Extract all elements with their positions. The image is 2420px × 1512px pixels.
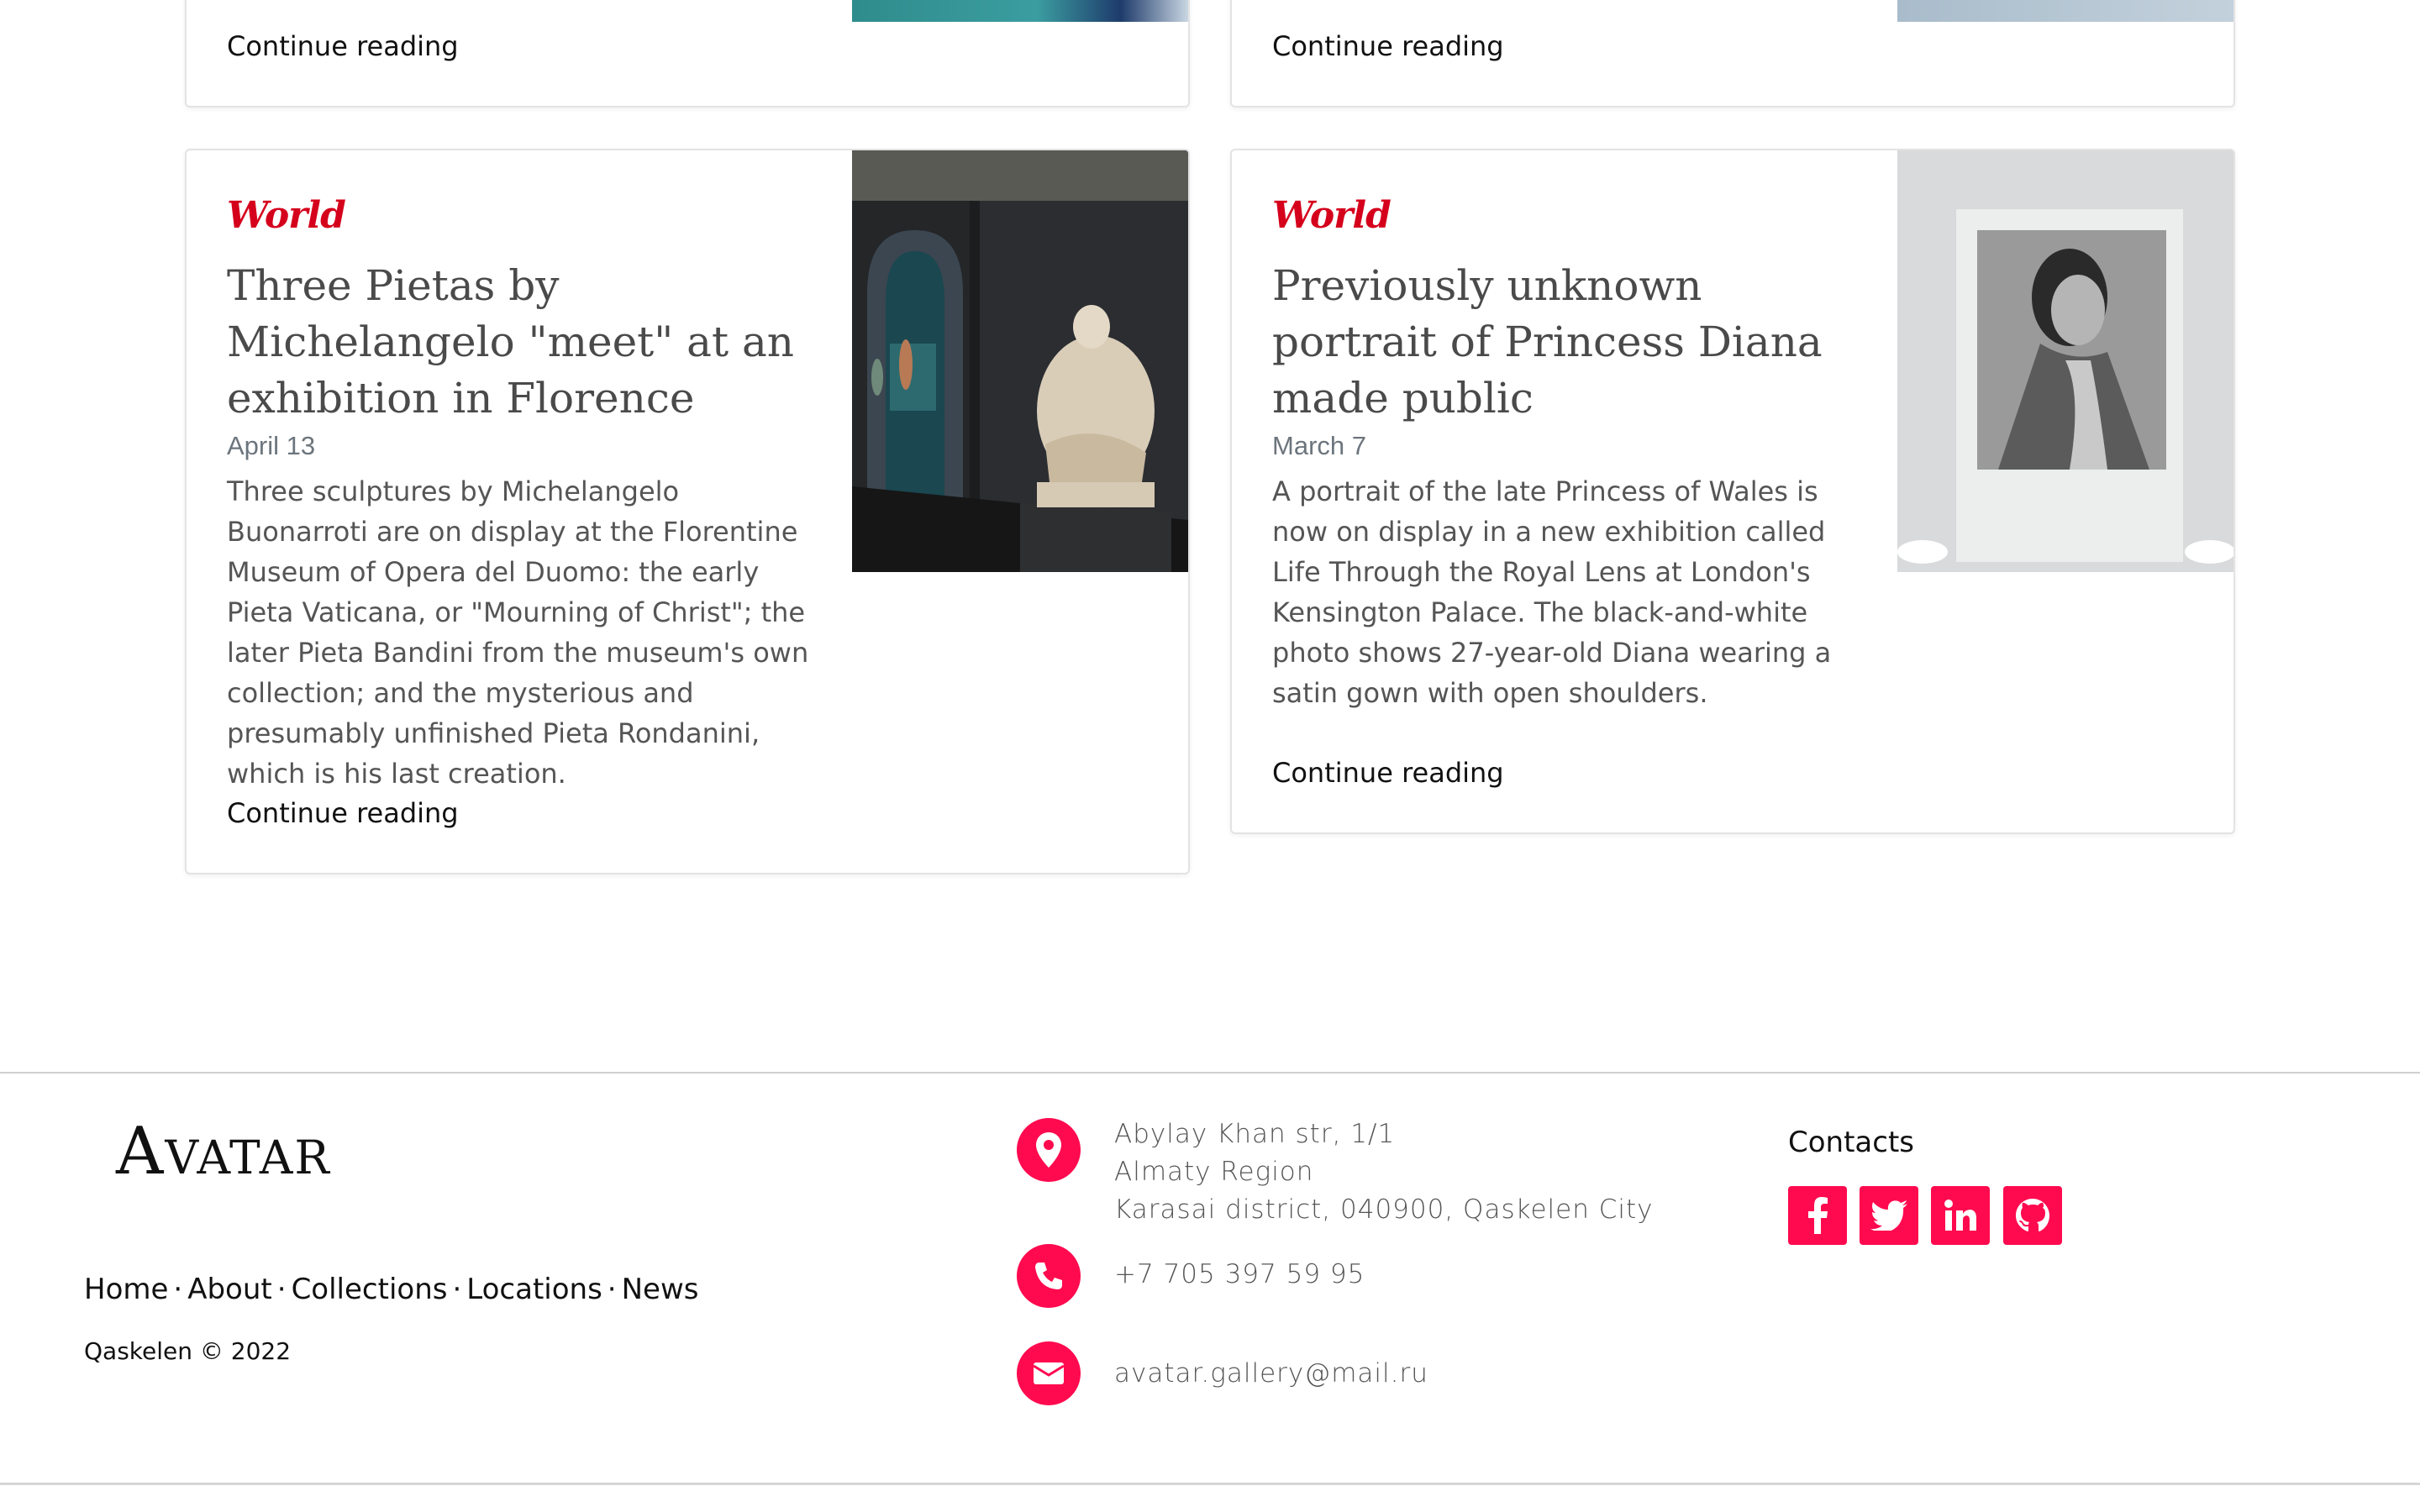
address-line: Almaty Region — [1114, 1157, 1314, 1187]
continue-reading-link[interactable]: Continue reading — [1272, 30, 1504, 62]
card-image-portrait[interactable] — [1897, 150, 2233, 572]
footer-link-news[interactable]: News — [622, 1273, 699, 1306]
news-card: World Three Pietas by Michelangelo "meet… — [185, 149, 1190, 874]
article-excerpt: Three sculptures by Michelangelo Buonarr… — [227, 475, 809, 790]
email-address[interactable]: avatar.gallery@mail.ru — [1114, 1355, 1428, 1393]
email-icon — [1017, 1341, 1081, 1405]
news-card: Continue reading — [185, 0, 1190, 108]
phone-icon — [1017, 1244, 1081, 1308]
copyright: Qaskelen © 2022 — [84, 1337, 292, 1365]
location-icon — [1017, 1118, 1081, 1182]
nav-separator: · — [607, 1273, 617, 1306]
address-line: Karasai district, 040900, Qaskelen City — [1114, 1194, 1654, 1225]
facebook-icon[interactable] — [1788, 1186, 1847, 1245]
twitter-icon[interactable] — [1860, 1186, 1918, 1245]
footer-logo[interactable]: Avatar — [116, 1114, 331, 1189]
nav-separator: · — [173, 1273, 183, 1306]
nav-separator: · — [452, 1273, 462, 1306]
category-label[interactable]: World — [227, 194, 346, 237]
address-line: Abylay Khan str, 1/1 — [1114, 1119, 1396, 1149]
card-image[interactable] — [852, 0, 1188, 22]
article-date: March 7 — [1272, 431, 1366, 460]
footer-link-collections[interactable]: Collections — [292, 1273, 448, 1306]
contacts-heading: Contacts — [1788, 1126, 1914, 1159]
news-card: Continue reading — [1230, 0, 2235, 108]
address: Abylay Khan str, 1/1 Almaty Region Karas… — [1114, 1116, 1653, 1229]
footer-link-about[interactable]: About — [187, 1273, 272, 1306]
github-icon[interactable] — [2003, 1186, 2062, 1245]
article-title[interactable]: Previously unknown portrait of Princess … — [1272, 258, 1877, 427]
footer-nav: Home · About · Collections · Locations · News — [84, 1273, 698, 1306]
linkedin-icon[interactable] — [1931, 1186, 1990, 1245]
continue-reading-link[interactable]: Continue reading — [1272, 757, 1504, 789]
article-date: April 13 — [227, 431, 316, 460]
continue-reading-link[interactable]: Continue reading — [227, 30, 459, 62]
footer-link-home[interactable]: Home — [84, 1273, 168, 1306]
continue-reading-link[interactable]: Continue reading — [227, 797, 459, 829]
nav-separator: · — [276, 1273, 287, 1306]
article-title[interactable]: Three Pietas by Michelangelo "meet" at a… — [227, 258, 807, 427]
phone-number[interactable]: +7 705 397 59 95 — [1114, 1256, 1365, 1294]
card-image[interactable] — [1897, 0, 2233, 22]
category-label[interactable]: World — [1272, 194, 1392, 237]
footer-link-locations[interactable]: Locations — [466, 1273, 602, 1306]
card-image-pieta[interactable] — [852, 150, 1188, 572]
news-card: World Previously unknown portrait of Pri… — [1230, 149, 2235, 834]
article-excerpt: A portrait of the late Princess of Wales… — [1272, 475, 1832, 709]
